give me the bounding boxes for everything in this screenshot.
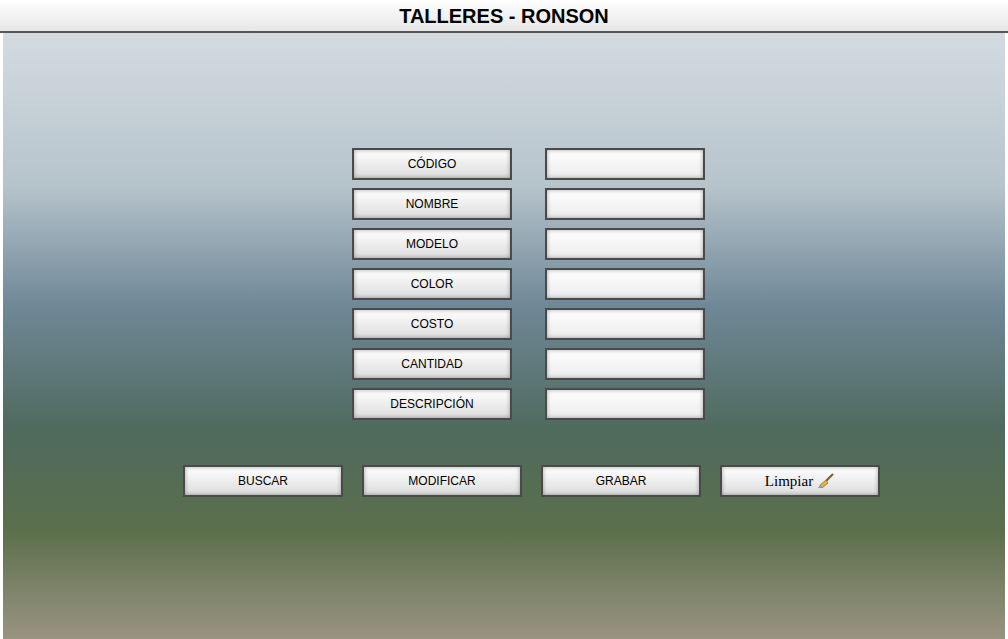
window-title: TALLERES - RONSON — [399, 6, 609, 26]
field-label: CÓDIGO — [352, 148, 512, 180]
field-input[interactable] — [545, 148, 705, 180]
modificar-button[interactable]: MODIFICAR — [362, 465, 522, 497]
broom-icon — [817, 472, 835, 490]
field-input[interactable] — [545, 228, 705, 260]
title-bar: TALLERES - RONSON — [0, 0, 1008, 33]
field-input[interactable] — [545, 268, 705, 300]
button-row: BUSCAR MODIFICAR GRABAR Limpiar — [183, 465, 880, 497]
buscar-button[interactable]: BUSCAR — [183, 465, 343, 497]
form: CÓDIGO NOMBRE MODELO COLOR COSTO CANTIDAD DESC… — [352, 148, 705, 420]
limpiar-button[interactable]: Limpiar — [720, 465, 880, 497]
background-photo: CÓDIGO NOMBRE MODELO COLOR COSTO CANTIDAD DESC… — [3, 33, 1005, 639]
field-label: CANTIDAD — [352, 348, 512, 380]
field-input[interactable] — [545, 308, 705, 340]
field-label: COLOR — [352, 268, 512, 300]
button-label: GRABAR — [596, 472, 647, 490]
field-label: DESCRIPCIÓN — [352, 388, 512, 420]
button-label: MODIFICAR — [408, 472, 475, 490]
field-input[interactable] — [545, 348, 705, 380]
button-label: Limpiar — [765, 470, 813, 493]
field-label: MODELO — [352, 228, 512, 260]
field-label: COSTO — [352, 308, 512, 340]
field-input[interactable] — [545, 388, 705, 420]
button-label: BUSCAR — [238, 472, 288, 490]
field-label: NOMBRE — [352, 188, 512, 220]
field-input[interactable] — [545, 188, 705, 220]
grabar-button[interactable]: GRABAR — [541, 465, 701, 497]
